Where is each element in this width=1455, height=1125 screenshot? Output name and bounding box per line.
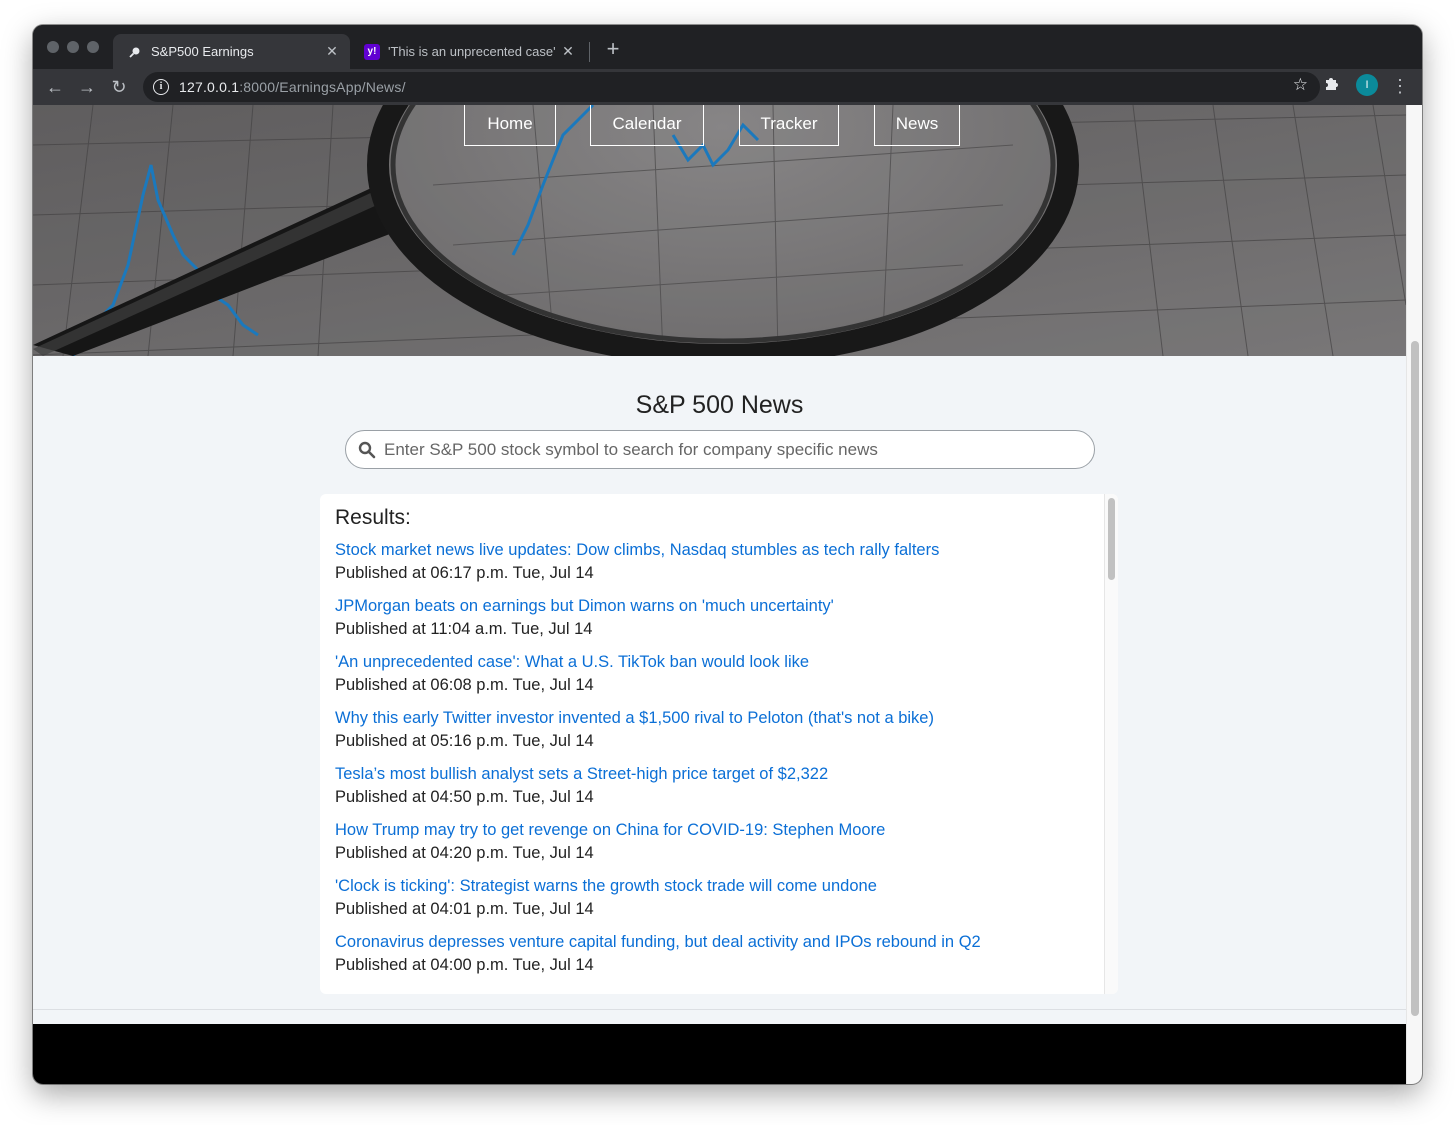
tab-title: 'This is an unprecented case' W xyxy=(388,44,558,59)
tab-strip: S&P500 Earnings ✕ y! 'This is an unprece… xyxy=(33,25,1422,69)
news-headline-link[interactable]: How Trump may try to get revenge on Chin… xyxy=(335,819,1095,841)
minimize-window-icon[interactable] xyxy=(67,41,79,53)
tab-title: S&P500 Earnings xyxy=(151,44,254,59)
profile-avatar[interactable]: I xyxy=(1356,74,1378,96)
browser-toolbar: ← → ↻ i 127.0.0.1:8000/EarningsApp/News/… xyxy=(33,69,1422,105)
list-item: 'An unprecedented case': What a U.S. Tik… xyxy=(335,651,1095,707)
nav-tracker-button[interactable]: Tracker xyxy=(739,105,839,146)
published-timestamp: Published at 04:50 p.m. Tue, Jul 14 xyxy=(335,788,594,806)
yahoo-icon: y! xyxy=(364,43,380,60)
page-title: S&P 500 News xyxy=(635,391,804,419)
page-scrollbar[interactable] xyxy=(1406,105,1422,1084)
news-headline-link[interactable]: Stock market news live updates: Dow clim… xyxy=(335,539,1095,561)
browser-window: S&P500 Earnings ✕ y! 'This is an unprece… xyxy=(33,25,1422,1084)
info-icon[interactable]: i xyxy=(153,79,169,95)
url-host: 127.0.0.1 xyxy=(179,79,240,95)
maximize-window-icon[interactable] xyxy=(87,41,99,53)
news-headline-link[interactable]: Coronavirus depresses venture capital fu… xyxy=(335,931,1095,953)
news-headline-link[interactable]: Tesla’s most bullish analyst sets a Stre… xyxy=(335,763,1095,785)
results-heading: Results: xyxy=(335,506,411,529)
news-search-box[interactable] xyxy=(345,430,1095,469)
bookmark-star-icon[interactable]: ☆ xyxy=(1293,75,1308,95)
published-timestamp: Published at 04:20 p.m. Tue, Jul 14 xyxy=(335,844,594,862)
footer-divider xyxy=(33,1009,1406,1010)
extensions-puzzle-icon[interactable] xyxy=(1324,75,1340,96)
news-search-input[interactable] xyxy=(384,439,1074,460)
back-arrow-icon[interactable]: ← xyxy=(43,75,67,99)
list-item: Tesla’s most bullish analyst sets a Stre… xyxy=(335,763,1095,819)
close-tab-icon[interactable]: ✕ xyxy=(558,43,578,60)
tab-sp500-earnings[interactable]: S&P500 Earnings ✕ xyxy=(113,34,350,69)
news-headline-link[interactable]: 'Clock is ticking': Strategist warns the… xyxy=(335,875,1095,897)
close-window-icon[interactable] xyxy=(47,41,59,53)
page-scrollbar-thumb[interactable] xyxy=(1411,341,1419,1016)
tab-separator xyxy=(589,42,590,62)
news-headline-link[interactable]: JPMorgan beats on earnings but Dimon war… xyxy=(335,595,1095,617)
nav-calendar-button[interactable]: Calendar xyxy=(590,105,704,146)
published-timestamp: Published at 05:16 p.m. Tue, Jul 14 xyxy=(335,732,594,750)
page-viewport: Home Calendar Tracker News S&P 500 News … xyxy=(33,105,1406,1084)
reload-icon[interactable]: ↻ xyxy=(107,75,131,99)
forward-arrow-icon[interactable]: → xyxy=(75,75,99,99)
results-list: Stock market news live updates: Dow clim… xyxy=(335,539,1095,987)
magnifier-icon xyxy=(127,44,143,60)
list-item: Why this early Twitter investor invented… xyxy=(335,707,1095,763)
results-scrollbar[interactable] xyxy=(1104,494,1118,994)
nav-news-button[interactable]: News xyxy=(874,105,960,146)
results-panel[interactable]: Results: Stock market news live updates:… xyxy=(320,494,1118,994)
close-tab-icon[interactable]: ✕ xyxy=(322,43,342,60)
news-headline-link[interactable]: 'An unprecedented case': What a U.S. Tik… xyxy=(335,651,1095,673)
hero-banner: Home Calendar Tracker News xyxy=(33,105,1406,356)
published-timestamp: Published at 11:04 a.m. Tue, Jul 14 xyxy=(335,620,593,638)
results-scrollbar-thumb[interactable] xyxy=(1108,498,1115,580)
published-timestamp: Published at 06:08 p.m. Tue, Jul 14 xyxy=(335,676,594,694)
url-path: :8000/EarningsApp/News/ xyxy=(239,79,406,95)
tab-yahoo-article[interactable]: y! 'This is an unprecented case' W ✕ xyxy=(356,34,586,69)
search-icon xyxy=(358,441,376,459)
new-tab-icon[interactable]: + xyxy=(601,37,625,61)
list-item: Coronavirus depresses venture capital fu… xyxy=(335,931,1095,987)
nav-home-button[interactable]: Home xyxy=(464,105,556,146)
news-headline-link[interactable]: Why this early Twitter investor invented… xyxy=(335,707,1095,729)
list-item: How Trump may try to get revenge on Chin… xyxy=(335,819,1095,875)
list-item: Stock market news live updates: Dow clim… xyxy=(335,539,1095,595)
url-text[interactable]: 127.0.0.1:8000/EarningsApp/News/ xyxy=(179,79,406,95)
published-timestamp: Published at 04:01 p.m. Tue, Jul 14 xyxy=(335,900,594,918)
browser-menu-icon[interactable]: ⋮ xyxy=(1391,73,1409,99)
published-timestamp: Published at 06:17 p.m. Tue, Jul 14 xyxy=(335,564,594,582)
page-footer xyxy=(33,1024,1406,1084)
published-timestamp: Published at 04:00 p.m. Tue, Jul 14 xyxy=(335,956,594,974)
address-bar[interactable]: i 127.0.0.1:8000/EarningsApp/News/ ☆ xyxy=(143,72,1320,102)
hero-magnifier-image xyxy=(33,105,1406,356)
list-item: JPMorgan beats on earnings but Dimon war… xyxy=(335,595,1095,651)
list-item: 'Clock is ticking': Strategist warns the… xyxy=(335,875,1095,931)
